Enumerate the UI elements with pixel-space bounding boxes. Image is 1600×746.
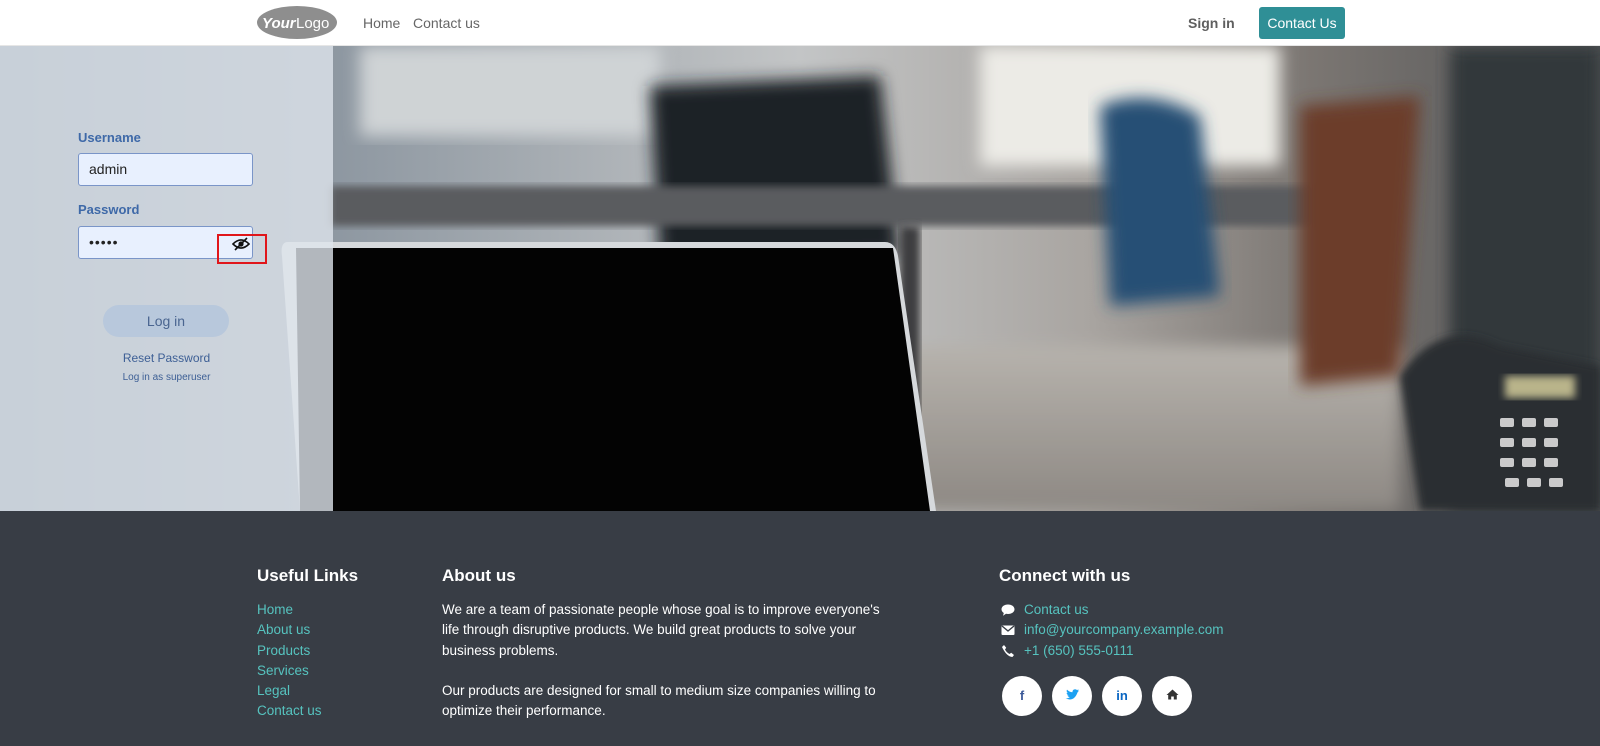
login-button[interactable]: Log in bbox=[103, 305, 229, 337]
superuser-login-link[interactable]: Log in as superuser bbox=[0, 372, 333, 383]
username-label: Username bbox=[78, 130, 141, 145]
footer-link-about[interactable]: About us bbox=[257, 620, 322, 640]
footer-link-services[interactable]: Services bbox=[257, 661, 322, 681]
connect-contact-item[interactable]: Contact us bbox=[1001, 600, 1224, 620]
connect-phone-item[interactable]: +1 (650) 555-0111 bbox=[1001, 641, 1224, 661]
nav-home-link[interactable]: Home bbox=[363, 15, 400, 31]
footer: Useful Links Home About us Products Serv… bbox=[0, 511, 1600, 746]
about-text: We are a team of passionate people whose… bbox=[442, 600, 892, 721]
svg-text:Your: Your bbox=[262, 15, 297, 32]
useful-links-list: Home About us Products Services Legal Co… bbox=[257, 600, 322, 722]
connect-phone-label: +1 (650) 555-0111 bbox=[1024, 642, 1134, 658]
connect-email-item[interactable]: info@yourcompany.example.com bbox=[1001, 620, 1224, 640]
top-navbar: Your Logo Home Contact us Sign in Contac… bbox=[0, 0, 1600, 46]
login-panel: Username admin Password ••••• Log in Res… bbox=[0, 46, 333, 511]
svg-text:Logo: Logo bbox=[296, 15, 329, 32]
home-icon[interactable] bbox=[1152, 676, 1192, 716]
contact-us-button[interactable]: Contact Us bbox=[1259, 7, 1345, 39]
footer-link-home[interactable]: Home bbox=[257, 600, 322, 620]
company-logo[interactable]: Your Logo bbox=[256, 5, 338, 40]
connect-contact-label: Contact us bbox=[1024, 602, 1089, 617]
footer-link-contact[interactable]: Contact us bbox=[257, 701, 322, 721]
useful-links-heading: Useful Links bbox=[257, 566, 359, 585]
password-label: Password bbox=[78, 202, 140, 217]
facebook-icon[interactable]: f bbox=[1002, 676, 1042, 716]
hero-section: Username admin Password ••••• Log in Res… bbox=[0, 46, 1600, 511]
envelope-icon bbox=[1001, 625, 1015, 636]
connect-email-label: info@yourcompany.example.com bbox=[1024, 622, 1224, 638]
about-heading: About us bbox=[442, 566, 516, 585]
about-paragraph-1: We are a team of passionate people whose… bbox=[442, 602, 880, 658]
sign-in-link[interactable]: Sign in bbox=[1188, 15, 1235, 31]
twitter-icon[interactable] bbox=[1052, 676, 1092, 716]
about-paragraph-2: Our products are designed for small to m… bbox=[442, 682, 876, 719]
footer-link-legal[interactable]: Legal bbox=[257, 681, 322, 701]
linkedin-icon[interactable]: in bbox=[1102, 676, 1142, 716]
nav-contact-link[interactable]: Contact us bbox=[413, 15, 480, 31]
phone-icon bbox=[1002, 644, 1014, 657]
username-input[interactable]: admin bbox=[78, 153, 253, 186]
reset-password-link[interactable]: Reset Password bbox=[0, 351, 333, 365]
connect-heading: Connect with us bbox=[999, 566, 1131, 585]
comment-icon bbox=[1001, 604, 1015, 616]
connect-list: Contact us info@yourcompany.example.com … bbox=[1001, 600, 1224, 661]
password-toggle-highlight bbox=[217, 234, 267, 264]
footer-link-products[interactable]: Products bbox=[257, 641, 322, 661]
